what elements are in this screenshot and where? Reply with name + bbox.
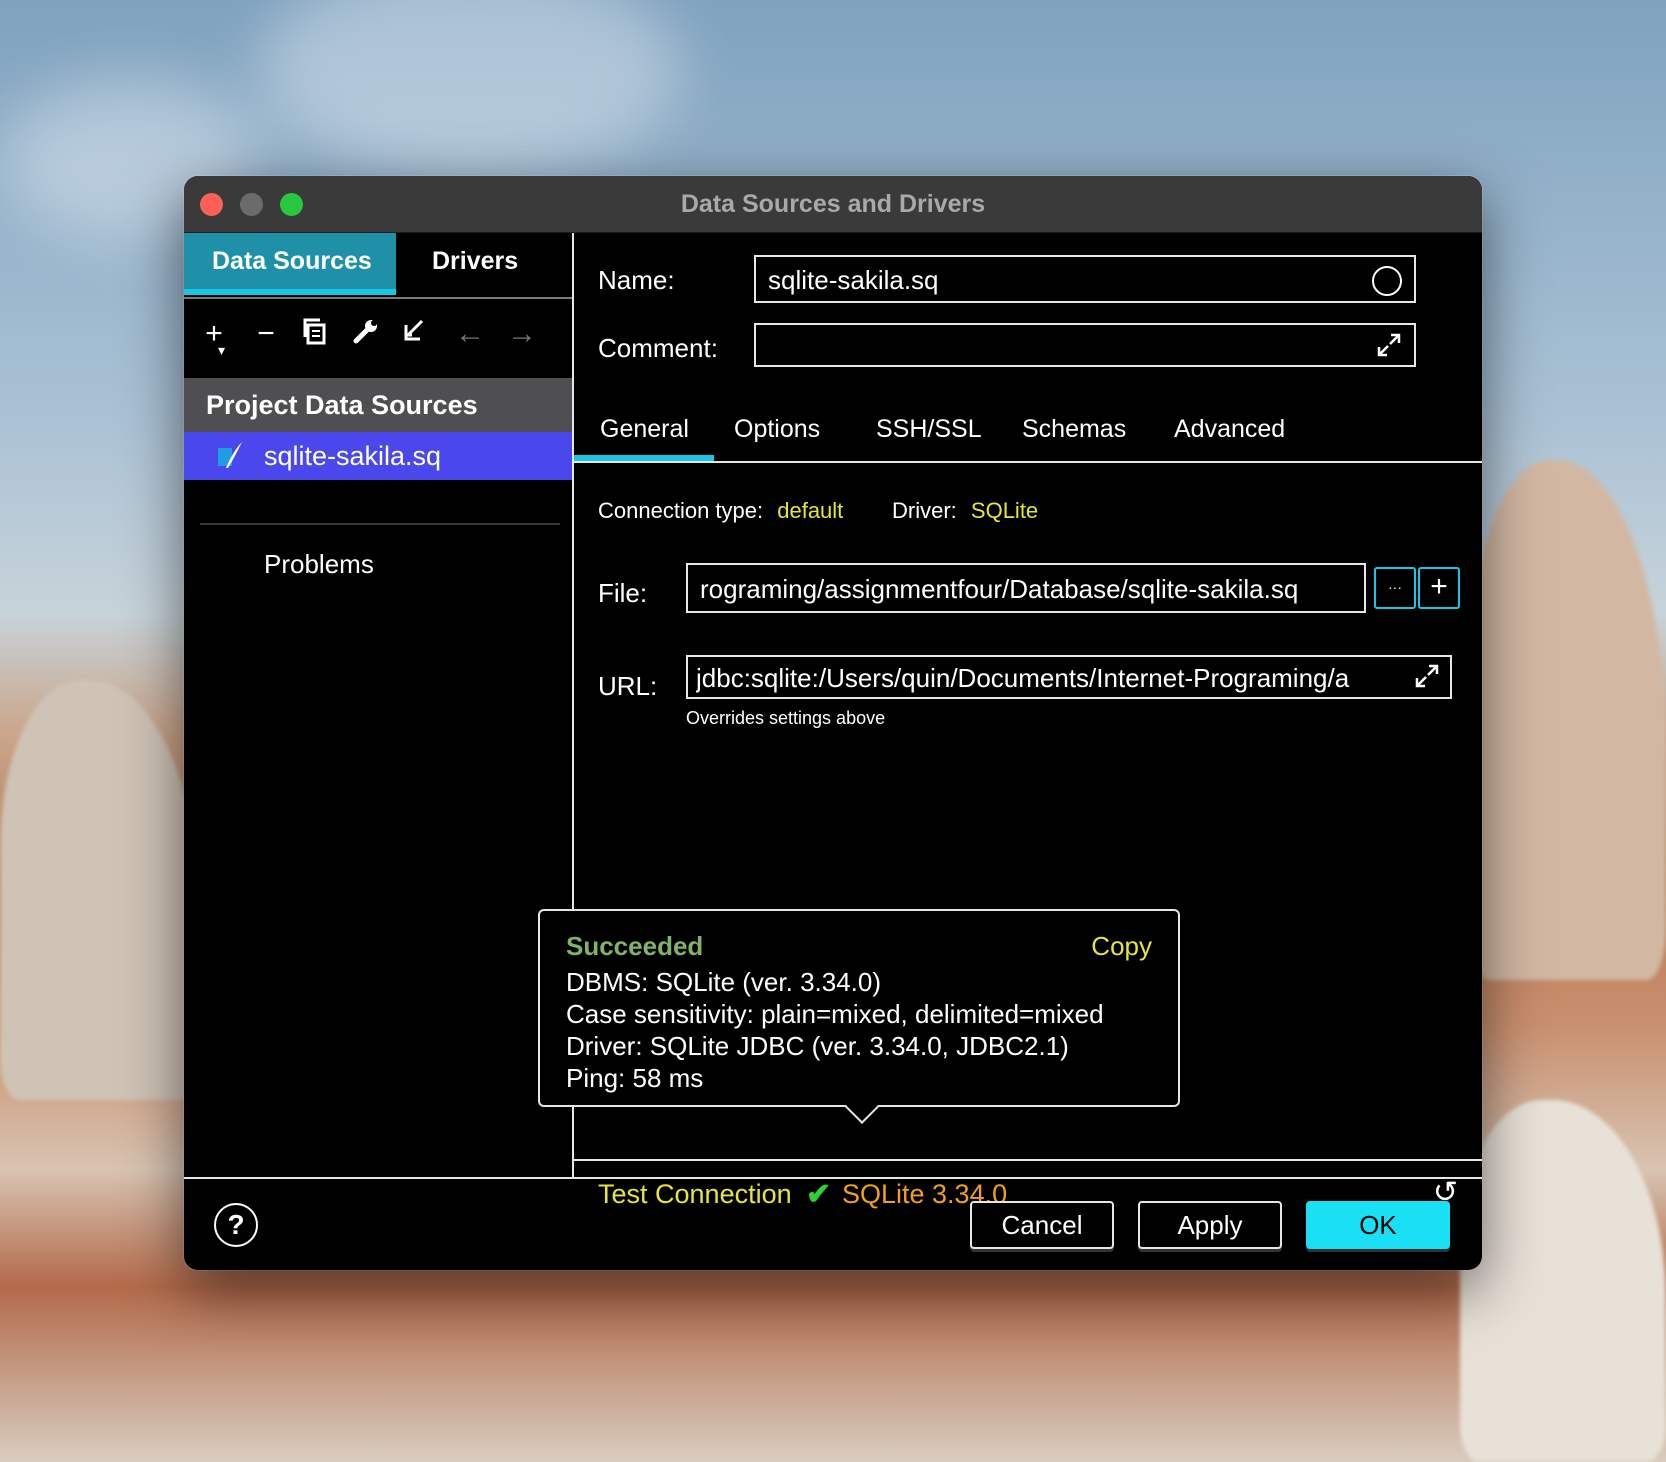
color-circle-icon[interactable] xyxy=(1372,266,1402,296)
url-hint: Overrides settings above xyxy=(686,708,886,728)
list-item-label: sqlite-sakila.sq xyxy=(264,441,442,471)
active-tab-indicator xyxy=(574,455,714,461)
dialog-footer: ? Cancel Apply OK xyxy=(184,1179,1482,1270)
title-bar: Data Sources and Drivers xyxy=(184,176,1482,233)
wrench-icon[interactable] xyxy=(346,317,386,353)
import-icon[interactable] xyxy=(394,317,434,353)
driver-value[interactable]: SQLite xyxy=(971,498,1038,523)
add-icon[interactable]: + ▾ xyxy=(194,317,234,358)
forward-arrow-icon[interactable]: → xyxy=(502,317,542,351)
rock-formation xyxy=(1470,460,1666,980)
copy-link[interactable]: Copy xyxy=(1091,931,1152,962)
tab-schemas[interactable]: Schemas xyxy=(1022,415,1126,444)
group-title: Project Data Sources xyxy=(206,390,478,420)
popup-line: Ping: 58 ms xyxy=(566,1063,704,1093)
driver-info: Driver: SQLite xyxy=(892,498,1038,524)
settings-tabs: General Options SSH/SSL Schemas Advanced xyxy=(574,403,1482,463)
remove-icon[interactable]: − xyxy=(246,317,286,351)
project-data-sources-header: Project Data Sources xyxy=(184,378,572,432)
cancel-button[interactable]: Cancel xyxy=(970,1201,1114,1249)
left-toolbar: + ▾ − ← → xyxy=(184,309,572,369)
file-field[interactable]: rograming/assignmentfour/Database/sqlite… xyxy=(686,563,1366,613)
problems-item[interactable]: Problems xyxy=(264,549,374,580)
list-item-sqlite-sakila[interactable]: sqlite-sakila.sq xyxy=(184,432,572,480)
connection-type-label: Connection type: xyxy=(598,498,764,523)
tab-general[interactable]: General xyxy=(600,415,689,444)
help-icon[interactable]: ? xyxy=(214,1203,258,1247)
file-label: File: xyxy=(598,578,648,608)
browse-file-button[interactable]: ··· xyxy=(1374,567,1416,609)
comment-label: Comment: xyxy=(598,333,718,363)
window-title: Data Sources and Drivers xyxy=(680,190,986,218)
popup-line: Driver: SQLite JDBC (ver. 3.34.0, JDBC2.… xyxy=(566,1031,1069,1061)
duplicate-icon[interactable] xyxy=(296,317,336,353)
comment-field[interactable] xyxy=(754,323,1416,367)
back-arrow-icon[interactable]: ← xyxy=(450,317,490,351)
name-label: Name: xyxy=(598,265,675,295)
expand-icon[interactable] xyxy=(1376,332,1402,358)
tab-options[interactable]: Options xyxy=(734,415,820,444)
popup-status: Succeeded xyxy=(566,931,704,961)
url-label: URL: xyxy=(598,671,658,701)
name-value: sqlite-sakila.sq xyxy=(768,265,939,295)
popup-line: DBMS: SQLite (ver. 3.34.0) xyxy=(566,967,882,997)
url-value: jdbc:sqlite:/Users/quin/Documents/Intern… xyxy=(696,663,1350,693)
test-result-popup: Succeeded Copy DBMS: SQLite (ver. 3.34.0… xyxy=(538,909,1180,1124)
sky-cloud xyxy=(260,0,680,180)
divider xyxy=(184,297,572,299)
driver-label: Driver: xyxy=(892,498,957,523)
divider xyxy=(200,523,560,525)
tab-data-sources-label: Data Sources xyxy=(212,247,372,275)
popup-line: Case sensitivity: plain=mixed, delimited… xyxy=(566,999,1104,1029)
name-field[interactable]: sqlite-sakila.sq xyxy=(754,255,1416,303)
connection-type: Connection type: default xyxy=(598,498,843,524)
ok-button[interactable]: OK xyxy=(1306,1201,1450,1249)
url-field[interactable]: jdbc:sqlite:/Users/quin/Documents/Intern… xyxy=(686,655,1452,699)
add-file-button[interactable]: + xyxy=(1418,567,1460,609)
rock-formation xyxy=(0,680,200,1100)
rock-formation xyxy=(1460,1100,1666,1462)
file-value: rograming/assignmentfour/Database/sqlite… xyxy=(700,574,1299,604)
tab-drivers[interactable]: Drivers xyxy=(396,233,572,295)
apply-button[interactable]: Apply xyxy=(1138,1201,1282,1249)
sqlite-feather-icon xyxy=(218,442,242,468)
expand-icon[interactable] xyxy=(1414,663,1440,689)
tab-drivers-label: Drivers xyxy=(432,247,519,275)
tab-ssh-ssl[interactable]: SSH/SSL xyxy=(876,415,982,444)
left-panel: Data Sources Drivers + ▾ − ← → Project Da… xyxy=(184,233,574,1177)
tab-data-sources[interactable]: Data Sources xyxy=(184,233,396,295)
tab-advanced[interactable]: Advanced xyxy=(1174,415,1285,444)
connection-type-value[interactable]: default xyxy=(777,498,843,523)
